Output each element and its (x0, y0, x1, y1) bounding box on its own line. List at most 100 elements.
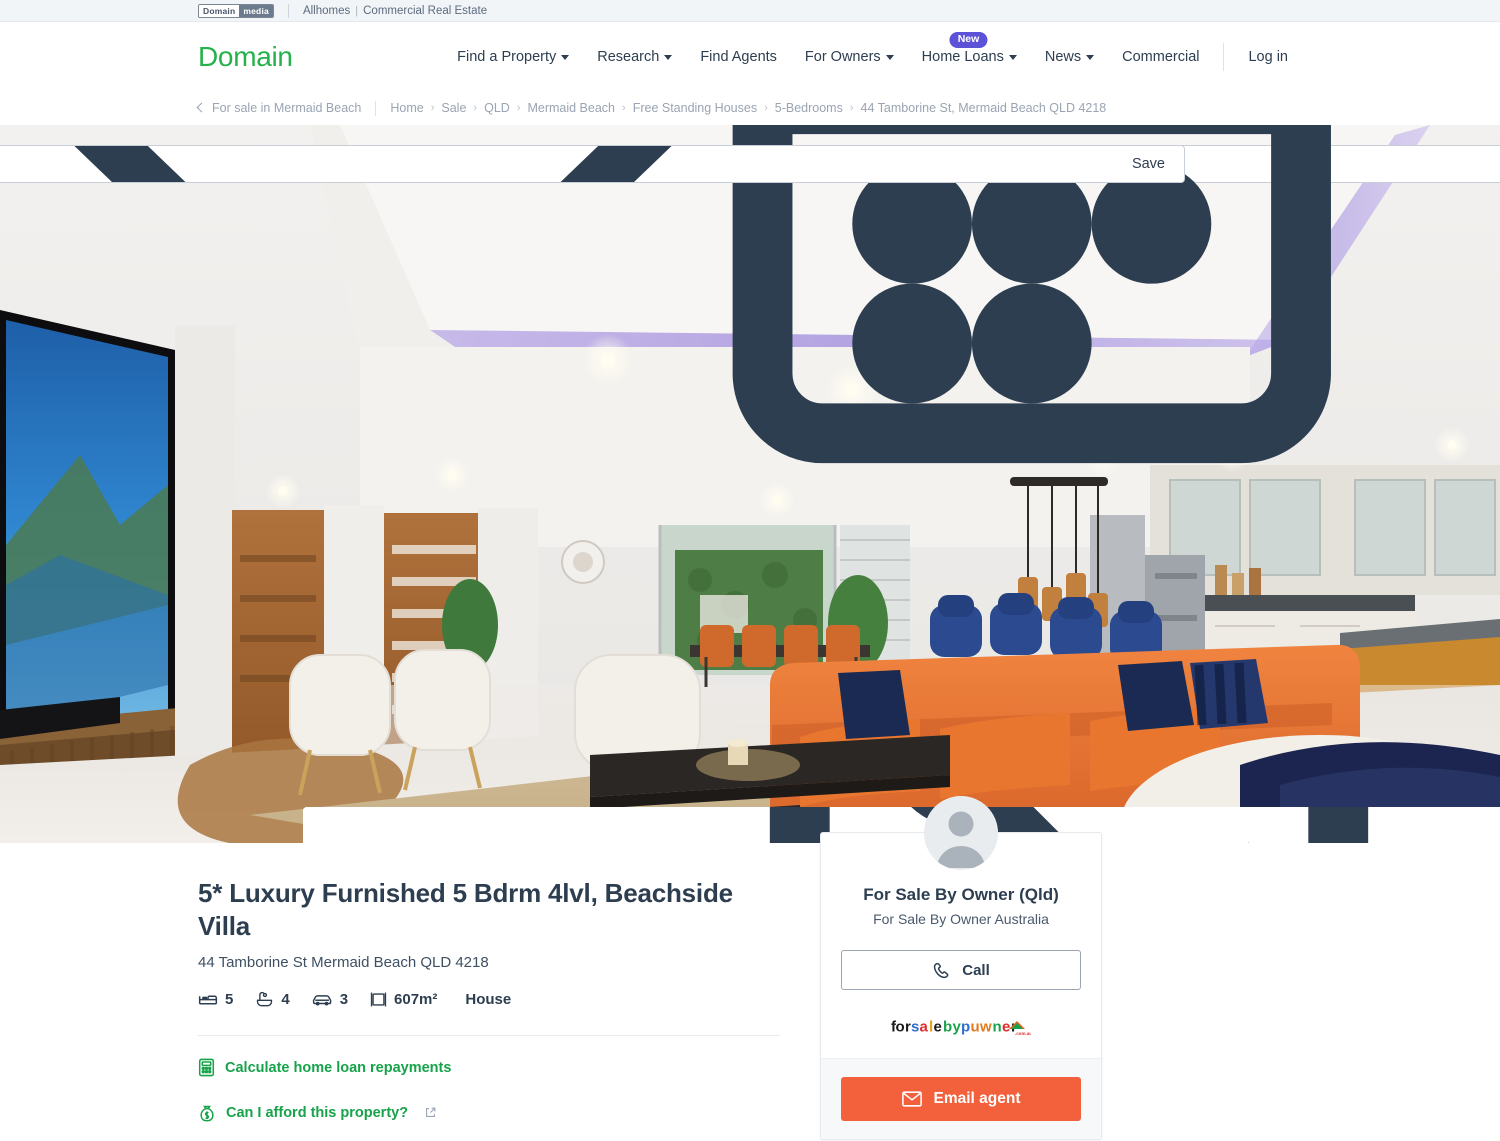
domain-media-logo-primary: Domain (199, 4, 240, 17)
hero-gallery[interactable]: Request private inspection Share Save Ph… (0, 125, 1500, 843)
save-button[interactable]: Save (0, 146, 1184, 182)
login-button[interactable]: Log in (1234, 49, 1302, 65)
svg-text:y: y (953, 1019, 962, 1036)
can-i-afford-this-property-link[interactable]: Can I afford this property? (198, 1103, 458, 1122)
topbar-link-commercial-real-estate[interactable]: Commercial Real Estate (363, 5, 487, 17)
nav-item-for-owners[interactable]: For Owners (791, 49, 908, 65)
svg-text:l: l (929, 1019, 933, 1036)
agent-card: For Sale By Owner (Qld) For Sale By Owne… (820, 796, 1102, 1140)
feature-land-size-value: 607m² (394, 991, 438, 1008)
external-link-icon (426, 1107, 436, 1117)
email-agent-label: Email agent (933, 1090, 1021, 1107)
breadcrumb-item-current: 44 Tamborine St, Mermaid Beach QLD 4218 (860, 101, 1107, 115)
svg-text:o: o (896, 1019, 905, 1036)
nav-item-news[interactable]: News (1031, 49, 1108, 65)
email-agent-button[interactable]: Email agent (841, 1077, 1081, 1121)
nav-item-home-loans[interactable]: New Home Loans (908, 31, 1031, 65)
main-navigation: Find a Property Research Find Agents For… (443, 31, 1302, 71)
agent-card-footer: Email agent (821, 1058, 1101, 1139)
breadcrumb-separator: › (764, 102, 768, 114)
breadcrumb-list: Home › Sale › QLD › Mermaid Beach › Free… (390, 101, 1106, 115)
star-icon (74, 146, 672, 182)
breadcrumb-item-qld[interactable]: QLD (484, 101, 510, 115)
chevron-down-icon (1008, 55, 1017, 60)
forsalebyowner-logo: f o r s a l e b y p u w n e r (891, 1019, 1031, 1037)
calculate-home-loan-repayments-link[interactable]: Calculate home loan repayments (198, 1058, 558, 1077)
breadcrumb-separator: › (430, 102, 435, 114)
nav-item-find-agents[interactable]: Find Agents (686, 49, 791, 65)
agent-organisation: For Sale By Owner Australia (873, 911, 1049, 927)
svg-text:r: r (905, 1019, 911, 1036)
breadcrumb-item-free-standing-houses[interactable]: Free Standing Houses (633, 101, 757, 115)
svg-text:u: u (971, 1019, 980, 1036)
feature-land-size: 607m² (370, 991, 437, 1008)
money-bag-icon (200, 1105, 214, 1122)
divider (198, 1035, 780, 1036)
nav-item-research[interactable]: Research (583, 49, 686, 65)
utility-topbar: Domain media Allhomes | Commercial Real … (0, 0, 1500, 22)
nav-item-find-a-property[interactable]: Find a Property (443, 49, 583, 65)
page-title: 5* Luxury Furnished 5 Bdrm 4lvl, Beachsi… (198, 878, 733, 941)
can-i-afford-this-property-label: Can I afford this property? (226, 1104, 409, 1121)
svg-text:e: e (934, 1019, 942, 1036)
breadcrumb-back-link[interactable]: For sale in Mermaid Beach (196, 101, 362, 115)
new-badge: New (949, 31, 988, 48)
feature-property-type: House (465, 991, 512, 1008)
car-icon (312, 995, 331, 1006)
chevron-down-icon (885, 55, 894, 60)
svg-text:e: e (1002, 1019, 1010, 1036)
domain-media-logo[interactable]: Domain media (198, 3, 274, 18)
feature-bathrooms: 4 (255, 991, 290, 1008)
nav-item-commercial[interactable]: Commercial (1108, 49, 1213, 65)
nav-label: Find Agents (700, 48, 777, 65)
listing-tools: Calculate home loan repayments Can I aff… (198, 1058, 780, 1141)
nav-label: Find a Property (457, 48, 557, 65)
person-placeholder-icon (924, 796, 998, 870)
topbar-pipe: | (355, 4, 359, 17)
bath-icon (257, 991, 273, 1007)
calculate-home-loan-repayments-label: Calculate home loan repayments (225, 1059, 452, 1076)
feature-parking-value: 3 (339, 991, 349, 1008)
chevron-down-icon (561, 55, 570, 60)
topbar-link-allhomes[interactable]: Allhomes (303, 5, 350, 17)
breadcrumb-separator: › (473, 102, 478, 114)
nav-label: Research (597, 48, 660, 65)
svg-text:b: b (943, 1019, 952, 1036)
breadcrumb-item-mermaid-beach[interactable]: Mermaid Beach (527, 101, 615, 115)
nav-label: Commercial (1122, 48, 1200, 65)
breadcrumb-item-home[interactable]: Home (390, 101, 423, 115)
nav-label: Home Loans (921, 48, 1004, 65)
chevron-down-icon (664, 55, 673, 60)
agent-name: For Sale By Owner (Qld) (863, 885, 1059, 904)
call-button[interactable]: Call (841, 950, 1081, 990)
calculator-icon (198, 1058, 215, 1077)
breadcrumb-item-sale[interactable]: Sale (441, 101, 466, 115)
nav-divider (1223, 42, 1225, 71)
svg-text:w: w (979, 1019, 992, 1036)
breadcrumb-separator: › (516, 102, 521, 114)
feature-bedrooms: 5 (198, 991, 233, 1008)
svg-text:p: p (961, 1019, 970, 1036)
breadcrumb-item-5-bedrooms[interactable]: 5-Bedrooms (775, 101, 843, 115)
site-header: Domain Find a Property Research Find Age… (0, 22, 1500, 91)
svg-text:s: s (911, 1019, 919, 1036)
property-features: 5 4 3 607m² House (198, 991, 780, 1008)
breadcrumb-divider (375, 100, 377, 116)
feature-bathrooms-value: 4 (281, 991, 290, 1008)
listing-details: 5* Luxury Furnished 5 Bdrm 4lvl, Beachsi… (198, 843, 820, 1141)
svg-text:a: a (920, 1019, 929, 1036)
call-label: Call (962, 961, 990, 979)
domain-logo[interactable]: Domain (198, 42, 293, 71)
calendar-icon (732, 125, 1331, 464)
property-address: 44 Tamborine St Mermaid Beach QLD 4218 (198, 954, 489, 971)
envelope-icon (901, 1091, 922, 1107)
topbar-divider (287, 3, 289, 18)
breadcrumb-separator: › (849, 102, 854, 114)
nav-label: News (1044, 48, 1082, 65)
breadcrumb-back-label: For sale in Mermaid Beach (212, 101, 362, 115)
bed-icon (198, 995, 218, 1004)
domain-media-logo-secondary: media (239, 4, 273, 17)
hero-action-group: Share Save (0, 145, 1185, 183)
agent-sidebar: For Sale By Owner (Qld) For Sale By Owne… (820, 796, 1102, 1141)
breadcrumb: For sale in Mermaid Beach Home › Sale › … (0, 91, 1500, 125)
